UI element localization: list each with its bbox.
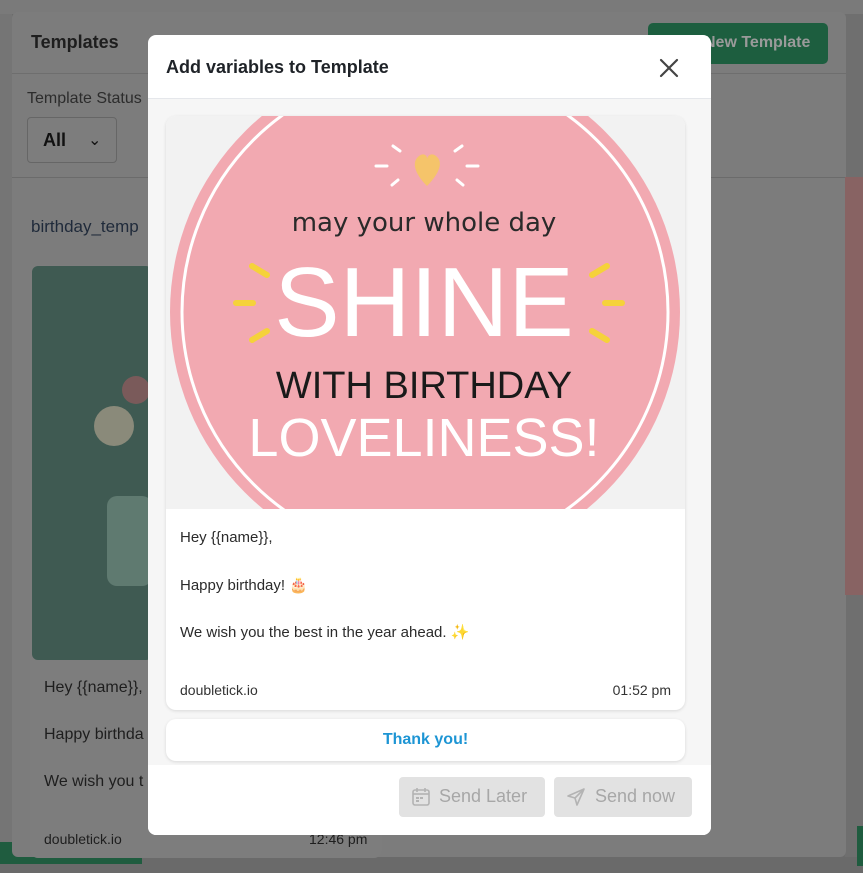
message-line: We wish you the best in the year ahead. … — [180, 624, 470, 641]
image-line-3: WITH BIRTHDAY — [276, 365, 572, 407]
modal-title: Add variables to Template — [166, 57, 389, 77]
adjacent-card-image — [845, 177, 863, 595]
modal-body: may your whole day SHINE WITH BIRTHDAY L… — [148, 99, 711, 765]
chevron-down-icon: ⌄ — [88, 132, 102, 149]
template-status-value: All — [43, 130, 67, 150]
image-line-2: SHINE — [274, 247, 574, 357]
header-image: may your whole day SHINE WITH BIRTHDAY L… — [166, 116, 685, 567]
page-title: Templates — [31, 32, 119, 52]
template-card-image — [32, 266, 152, 660]
quick-reply-button[interactable]: Thank you! — [166, 719, 685, 761]
flower-shape — [122, 376, 150, 404]
send-now-label: Send now — [595, 786, 676, 806]
send-icon — [567, 788, 585, 806]
background-green-edge — [857, 826, 863, 866]
message-preview: may your whole day SHINE WITH BIRTHDAY L… — [166, 116, 685, 710]
message-timestamp: 01:52 pm — [612, 682, 671, 698]
calendar-icon — [412, 788, 430, 806]
flower-shape — [94, 406, 134, 446]
template-card-footer: doubletick.io — [44, 831, 122, 847]
template-status-select: All ⌄ — [27, 117, 117, 163]
template-card-line: Happy birthda — [44, 726, 144, 743]
add-variables-modal: Add variables to Template may your whole… — [148, 35, 711, 835]
send-later-label: Send Later — [439, 786, 528, 806]
backdrop-left — [0, 14, 12, 873]
vase-shape — [107, 496, 152, 586]
modal-header: Add variables to Template — [148, 35, 711, 99]
image-line-1: may your whole day — [292, 208, 557, 238]
close-icon — [659, 58, 679, 78]
template-card-line: Hey {{name}}, — [44, 679, 143, 696]
template-status-label: Template Status — [27, 90, 142, 107]
template-card-line: We wish you t — [44, 773, 144, 790]
close-button[interactable] — [654, 53, 684, 83]
template-name: birthday_temp — [31, 217, 139, 236]
image-line-4: LOVELINESS! — [248, 408, 599, 468]
message-greeting: Hey {{name}}, — [180, 529, 273, 546]
message-footer: doubletick.io — [180, 682, 258, 698]
modal-footer: Send Later Send now — [148, 765, 711, 835]
birthday-image: may your whole day SHINE WITH BIRTHDAY L… — [170, 116, 680, 567]
send-now-button[interactable]: Send now — [554, 777, 692, 817]
send-later-button[interactable]: Send Later — [399, 777, 545, 817]
message-line: Happy birthday! 🎂 — [180, 577, 308, 594]
